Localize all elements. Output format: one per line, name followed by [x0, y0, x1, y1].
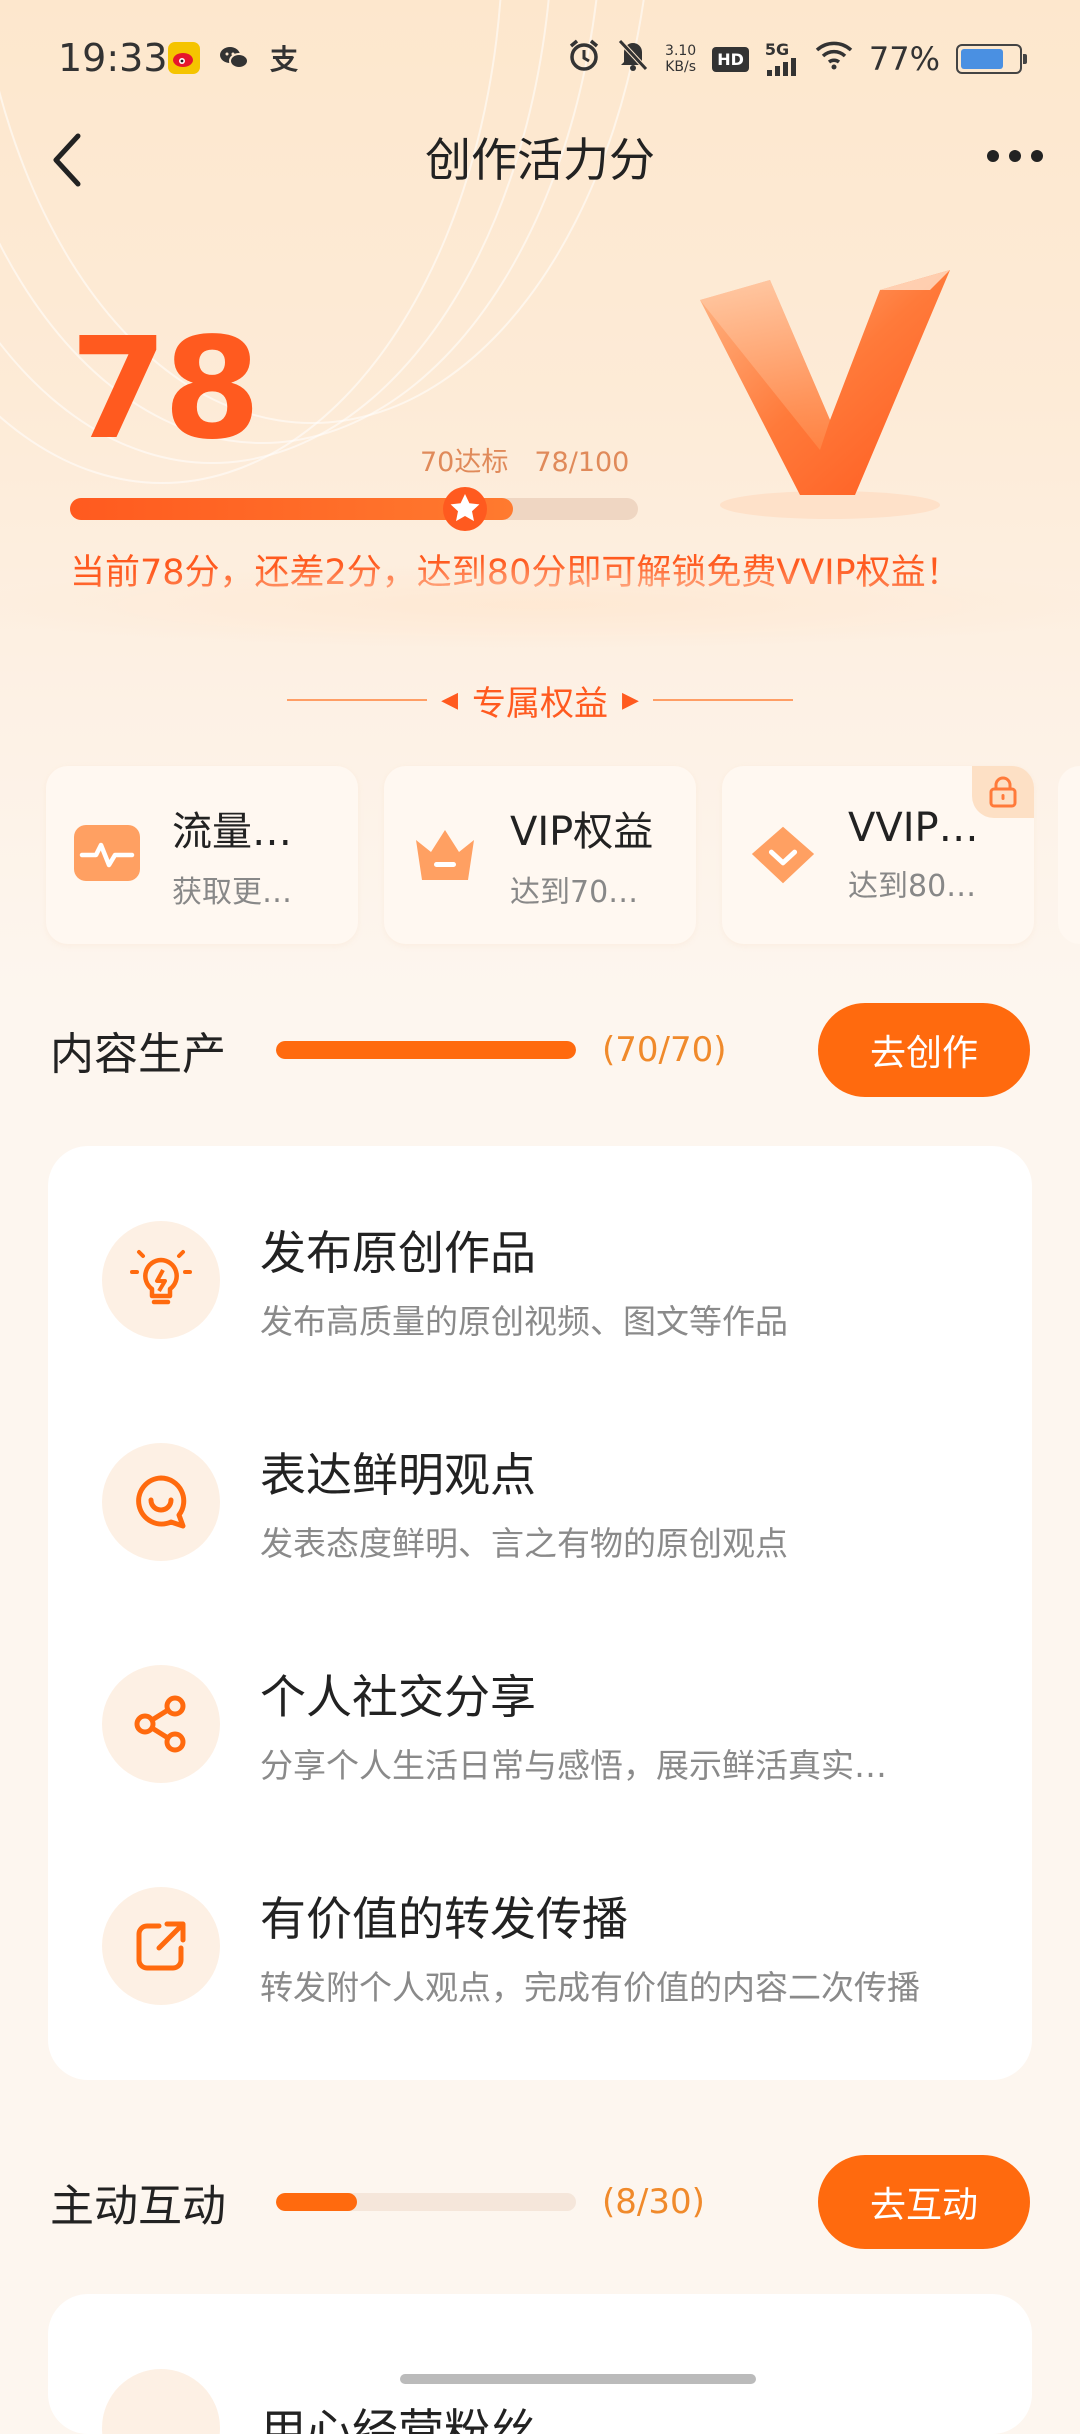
benefit-card-vvip[interactable]: VVIP… 达到80… — [722, 766, 1034, 944]
task-title: 表达鲜明观点 — [260, 1448, 536, 1502]
benefits-section-header: ◀ 专属权益 ▶ — [0, 670, 1080, 730]
notification-icons: 支 — [168, 42, 300, 76]
benefit-title: VVIP… — [848, 805, 979, 851]
score-target: 70达标 78/100 — [420, 440, 655, 479]
task-subtitle: 转发附个人观点，完成有价值的内容二次传播 — [260, 1968, 920, 2007]
task-title: 个人社交分享 — [260, 1670, 536, 1724]
alarm-icon — [567, 38, 601, 80]
wifi-icon — [815, 40, 853, 78]
battery-icon — [956, 44, 1027, 74]
net-speed-value: 3.10 — [665, 43, 697, 59]
benefit-subtitle: 达到70… — [510, 875, 639, 910]
battery-percent: 77% — [868, 40, 940, 78]
task-item-social-sharing[interactable]: 个人社交分享 分享个人生活日常与感悟，展示鲜活真实… — [102, 1654, 1002, 1794]
status-time: 19:33 — [58, 36, 168, 80]
diamond-icon — [748, 820, 818, 890]
task-subtitle: 发表态度鲜明、言之有物的原创观点 — [260, 1524, 788, 1563]
benefits-section-title: 专属权益 — [472, 683, 608, 724]
benefit-subtitle: 达到80… — [848, 869, 977, 904]
status-bar: 19:33 支 3.10 KB/s HD 5G 77% — [0, 0, 1080, 120]
go-create-button[interactable]: 去创作 — [818, 1003, 1030, 1097]
benefit-card-vip[interactable]: VIP权益 达到70… — [384, 766, 696, 944]
share-icon — [102, 1665, 220, 1783]
benefits-list: 流量… 获取更… VIP权益 达到70… VVIP… 达到80… — [46, 766, 1034, 944]
hero-glow — [0, 560, 1080, 650]
benefit-card-traffic[interactable]: 流量… 获取更… — [46, 766, 358, 944]
star-marker-icon — [443, 487, 487, 531]
score-progress-bar — [70, 498, 638, 520]
group-progress-bar — [276, 2193, 576, 2211]
task-card-content-production: 发布原创作品 发布高质量的原创视频、图文等作品 表达鲜明观点 发表态度鲜明、言之… — [48, 1146, 1032, 2080]
task-card-active-interaction: 用心经营粉丝 — [48, 2294, 1032, 2434]
group-active-interaction: 主动互动 (8/30) 去互动 — [50, 2154, 1030, 2250]
score-value: 78 — [70, 308, 261, 471]
divider-line — [652, 699, 793, 701]
group-title: 内容生产 — [50, 1029, 226, 1080]
signal-icon: 5G — [765, 42, 799, 76]
wechat-icon — [218, 42, 250, 74]
vvip-v-logo-icon — [700, 270, 950, 519]
crown-icon — [410, 820, 480, 890]
fans-icon — [102, 2369, 220, 2434]
home-indicator[interactable] — [400, 2374, 756, 2384]
group-content-production: 内容生产 (70/70) 去创作 — [50, 1002, 1030, 1098]
net-speed: 3.10 KB/s — [665, 43, 696, 75]
task-subtitle: 分享个人生活日常与感悟，展示鲜活真实… — [260, 1746, 887, 1785]
task-title: 有价值的转发传播 — [260, 1892, 628, 1946]
divider-line — [287, 699, 428, 701]
group-title: 主动互动 — [50, 2181, 226, 2232]
forward-icon — [102, 1887, 220, 2005]
go-interact-button[interactable]: 去互动 — [818, 2155, 1030, 2249]
page-title: 创作活力分 — [425, 133, 655, 187]
lock-icon — [972, 766, 1034, 818]
group-count: (70/70) — [602, 1030, 727, 1070]
hd-badge: HD — [712, 46, 749, 72]
chat-smile-icon — [102, 1443, 220, 1561]
alipay-icon: 支 — [269, 43, 298, 76]
mute-icon — [617, 38, 649, 80]
task-item-clear-opinions[interactable]: 表达鲜明观点 发表态度鲜明、言之有物的原创观点 — [102, 1432, 1002, 1572]
more-dot-icon — [1031, 150, 1043, 162]
group-count: (8/30) — [602, 2182, 705, 2222]
task-title: 用心经营粉丝 — [260, 2404, 536, 2434]
benefit-subtitle: 获取更… — [172, 875, 292, 910]
task-title: 发布原创作品 — [260, 1226, 536, 1280]
more-dot-icon — [987, 150, 999, 162]
benefit-title: VIP权益 — [510, 809, 654, 855]
weibo-icon — [168, 42, 200, 74]
task-item-valuable-forward[interactable]: 有价值的转发传播 转发附个人观点，完成有价值的内容二次传播 — [102, 1876, 1002, 2016]
task-item-original-works[interactable]: 发布原创作品 发布高质量的原创视频、图文等作品 — [102, 1210, 1002, 1350]
status-right: 3.10 KB/s HD 5G 77% — [567, 38, 1027, 80]
triangle-left-icon: ◀ — [441, 687, 458, 713]
pulse-icon — [72, 820, 142, 890]
more-dot-icon — [1009, 150, 1021, 162]
lightbulb-icon — [102, 1221, 220, 1339]
group-progress-fill — [276, 1041, 576, 1059]
benefit-card-peek[interactable] — [1058, 766, 1080, 944]
net-speed-unit: KB/s — [665, 59, 697, 75]
more-button[interactable] — [980, 126, 1050, 186]
task-item-fans[interactable]: 用心经营粉丝 — [102, 2358, 1002, 2434]
benefit-title: 流量… — [172, 809, 292, 855]
target-label: 70达标 — [420, 447, 509, 478]
progress-label: 78/100 — [534, 447, 630, 478]
task-subtitle: 发布高质量的原创视频、图文等作品 — [260, 1302, 788, 1341]
group-progress-fill — [276, 2193, 357, 2211]
group-progress-bar — [276, 1041, 576, 1059]
network-type: 5G — [764, 40, 790, 59]
triangle-right-icon: ▶ — [622, 687, 639, 713]
